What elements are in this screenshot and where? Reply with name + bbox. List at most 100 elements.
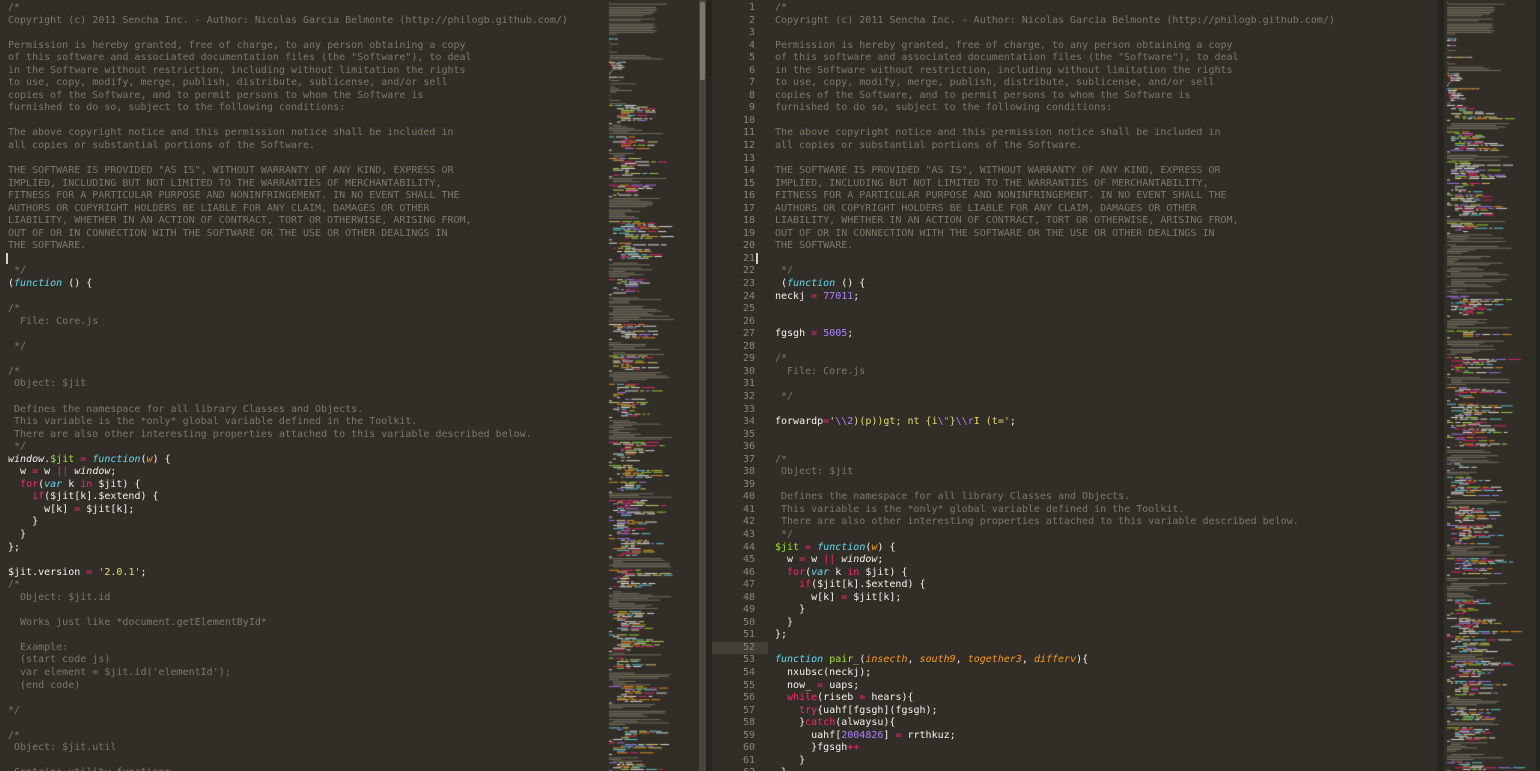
code-line: } [8,529,568,542]
code-line: IMPLIED, INCLUDING BUT NOT LIMITED TO TH… [8,178,568,191]
line-number: 62 [712,767,768,771]
code-line: This variable is the *only* global varia… [8,416,568,429]
line-number: 4 [712,40,768,53]
code-line [775,253,1335,266]
code-line [775,404,1335,417]
code-line: /* [8,730,568,743]
line-number: 59 [712,730,768,743]
editor-diff-view: /*Copyright (c) 2011 Sencha Inc. - Autho… [0,0,1540,771]
line-number: 3 [712,27,768,40]
code-line: window.$jit = function(w) { [8,454,568,467]
code-line: to use, copy, modify, merge, publish, di… [775,77,1335,90]
code-line: Object: $jit [775,466,1335,479]
code-line: fgsgh = 5005; [775,328,1335,341]
code-line: File: Core.js [775,366,1335,379]
code-line: The above copyright notice and this perm… [8,127,568,140]
code-line: for(var k in $jit) { [775,567,1335,580]
line-number-gutter: 1234567891011121314151617181920212223242… [712,2,768,771]
left-minimap[interactable] [606,0,698,771]
line-number: 12 [712,140,768,153]
code-line: (start code js) [8,654,568,667]
right-scroll-track[interactable] [1536,0,1540,771]
code-line [8,253,568,266]
code-line [775,441,1335,454]
code-line: uahf[2004826] = rrthkuz; [775,730,1335,743]
code-line: all copies or substantial portions of th… [775,140,1335,153]
code-line: /* [775,2,1335,15]
line-number: 18 [712,215,768,228]
line-number: 24 [712,291,768,304]
code-line: }; [8,542,568,555]
code-line: in the Software without restriction, inc… [775,65,1335,78]
code-line: OUT OF OR IN CONNECTION WITH THE SOFTWAR… [8,228,568,241]
code-line [8,604,568,617]
code-line [775,378,1335,391]
code-line [775,429,1335,442]
code-line: (function () { [775,278,1335,291]
line-number: 2 [712,15,768,28]
left-scrollbar[interactable] [699,0,706,771]
line-number: 27 [712,328,768,341]
line-number: 36 [712,441,768,454]
line-number: 45 [712,554,768,567]
code-line [775,479,1335,492]
line-number: 42 [712,516,768,529]
line-number: 22 [712,265,768,278]
line-number: 47 [712,579,768,592]
code-line: */ [8,341,568,354]
code-line: function pair_(insecth, south9, together… [775,654,1335,667]
code-line: /* [775,353,1335,366]
code-line [775,27,1335,40]
left-editor-pane[interactable]: /*Copyright (c) 2011 Sencha Inc. - Autho… [0,0,600,771]
code-line: all copies or substantial portions of th… [8,140,568,153]
code-line: } [775,617,1335,630]
line-number: 13 [712,153,768,166]
code-line: */ [8,441,568,454]
code-line: (function () { [8,278,568,291]
code-line: FITNESS FOR A PARTICULAR PURPOSE AND NON… [8,190,568,203]
line-number: 26 [712,316,768,329]
line-number: 9 [712,102,768,115]
code-line: /* [8,303,568,316]
line-number: 29 [712,353,768,366]
line-number: 46 [712,567,768,580]
line-number: 34 [712,416,768,429]
left-scrollbar-thumb[interactable] [700,2,705,80]
right-minimap[interactable] [1444,0,1536,771]
code-line: $jit.version = '2.0.1'; [8,567,568,580]
line-number: 14 [712,165,768,178]
right-caret [756,253,758,264]
code-line: of this software and associated document… [775,52,1335,65]
line-number: 55 [712,680,768,693]
code-line: } [8,516,568,529]
line-number: 37 [712,454,768,467]
code-line: LIABILITY, WHETHER IN AN ACTION OF CONTR… [775,215,1335,228]
line-number: 54 [712,667,768,680]
line-number: 50 [712,617,768,630]
right-code-area[interactable]: /*Copyright (c) 2011 Sencha Inc. - Autho… [775,2,1335,771]
code-line: Permission is hereby granted, free of ch… [775,40,1335,53]
code-line: $jit = function(w) { [775,542,1335,555]
code-line: AUTHORS OR COPYRIGHT HOLDERS BE LIABLE F… [775,203,1335,216]
code-line: There are also other interesting propert… [775,516,1335,529]
left-code-area[interactable]: /*Copyright (c) 2011 Sencha Inc. - Autho… [8,2,568,771]
code-line [775,642,1335,655]
code-line: in the Software without restriction, inc… [8,65,568,78]
code-line: */ [8,705,568,718]
code-line: furnished to do so, subject to the follo… [775,102,1335,115]
code-line [8,554,568,567]
code-line: } [775,767,1335,771]
line-number: 40 [712,491,768,504]
line-number: 28 [712,341,768,354]
line-number: 7 [712,77,768,90]
code-line: if($jit[k].$extend) { [775,579,1335,592]
line-number: 41 [712,504,768,517]
code-line [8,717,568,730]
code-line: THE SOFTWARE. [8,240,568,253]
code-line: } [775,755,1335,768]
code-line: Defines the namespace for all library Cl… [8,404,568,417]
right-editor-pane[interactable]: 1234567891011121314151617181920212223242… [712,0,1437,771]
line-number: 53 [712,654,768,667]
code-line: }fgsgh++ [775,742,1335,755]
code-line: w[k] = $jit[k]; [8,504,568,517]
